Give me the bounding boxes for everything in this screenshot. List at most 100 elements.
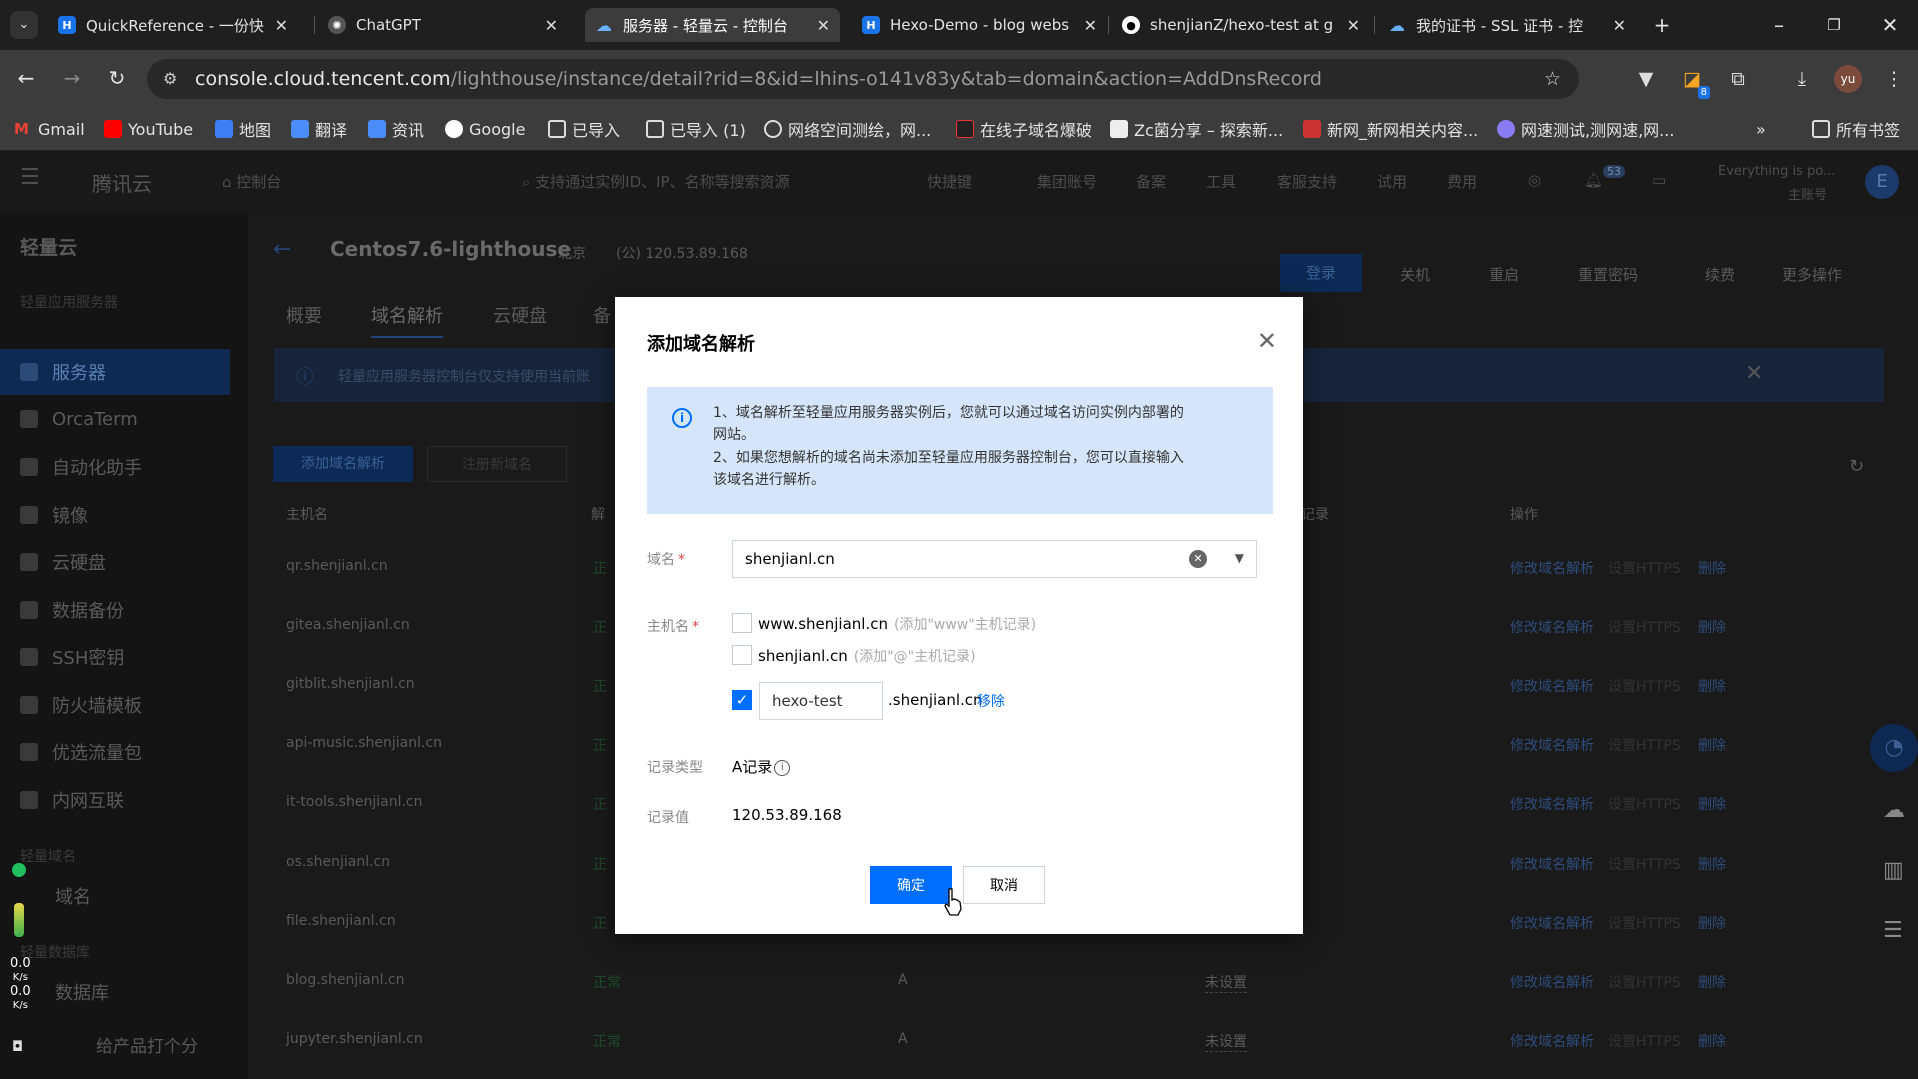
sidebar-item-traffic[interactable]: 优选流量包 — [20, 729, 230, 775]
row-https-link[interactable]: 设置HTTPS — [1608, 972, 1681, 992]
sidebar-item-disk[interactable]: 云硬盘 — [20, 539, 230, 585]
bookmark-map[interactable]: 地图 — [215, 117, 271, 141]
cart-icon[interactable]: ▭ — [1652, 171, 1666, 189]
forward-icon[interactable]: → — [58, 64, 86, 92]
row-https-link[interactable]: 设置HTTPS — [1608, 794, 1681, 814]
row-edit-link[interactable]: 修改域名解析 — [1510, 913, 1594, 933]
tab-domain[interactable]: 域名解析 — [371, 302, 443, 338]
camera-icon[interactable]: ◘ — [12, 1039, 23, 1055]
extension-vpn-icon[interactable]: ▼ — [1632, 65, 1660, 93]
sidebar-item-database[interactable]: 数据库 — [20, 969, 230, 1015]
sidebar-item-automation[interactable]: 自动化助手 — [20, 444, 230, 490]
custom-host-input[interactable]: hexo-test — [759, 682, 883, 720]
row-edit-link[interactable]: 修改域名解析 — [1510, 1031, 1594, 1051]
reset-password-button[interactable]: 重置密码 — [1578, 264, 1638, 285]
close-icon[interactable]: ✕ — [1347, 16, 1360, 35]
tab-quickreference[interactable]: H QuickReference - 一份快 ✕ — [48, 8, 298, 42]
row-https-link[interactable]: 设置HTTPS — [1608, 735, 1681, 755]
row-delete-link[interactable]: 删除 — [1698, 854, 1726, 874]
login-button[interactable]: 登录 — [1280, 254, 1362, 292]
nav-support[interactable]: 客服支持 — [1277, 171, 1337, 192]
tab-disk[interactable]: 云硬盘 — [493, 302, 547, 328]
bookmark-folder-imported-1[interactable]: 已导入 (1) — [646, 117, 746, 141]
row-https-link[interactable]: 设置HTTPS — [1608, 913, 1681, 933]
tab-search-icon[interactable]: ⌄ — [10, 11, 38, 39]
row-edit-link[interactable]: 修改域名解析 — [1510, 794, 1594, 814]
close-icon[interactable]: ✕ — [1084, 16, 1097, 35]
sidebar-item-intranet[interactable]: 内网互联 — [20, 777, 230, 823]
tab-overview[interactable]: 概要 — [286, 302, 322, 328]
row-delete-link[interactable]: 删除 — [1698, 617, 1726, 637]
row-edit-link[interactable]: 修改域名解析 — [1510, 854, 1594, 874]
download-icon[interactable]: ⤓ — [1788, 65, 1816, 93]
book-icon[interactable]: ▥ — [1883, 858, 1904, 883]
nav-shortcut[interactable]: 快捷键 — [927, 171, 972, 192]
row-https-link[interactable]: 设置HTTPS — [1608, 617, 1681, 637]
cloud-upload-icon[interactable]: ☁ — [1883, 798, 1905, 823]
account-name[interactable]: Everything is po... — [1718, 164, 1835, 179]
tab-chatgpt[interactable]: ✺ ChatGPT ✕ — [318, 8, 568, 42]
close-icon[interactable]: ✕ — [817, 16, 830, 35]
www-host-checkbox[interactable] — [732, 613, 752, 633]
row-delete-link[interactable]: 删除 — [1698, 913, 1726, 933]
tab-lighthouse-console[interactable]: ☁ 服务器 - 轻量云 - 控制台 ✕ — [585, 8, 840, 42]
add-domain-button[interactable]: 添加域名解析 — [273, 446, 413, 482]
profile-avatar[interactable]: yu — [1834, 65, 1862, 93]
root-host-checkbox[interactable] — [732, 645, 752, 665]
extensions-puzzle-icon[interactable]: ⧉ — [1724, 65, 1752, 93]
dialog-close-icon[interactable]: ✕ — [1257, 327, 1277, 355]
row-https-link[interactable]: 设置HTTPS — [1608, 676, 1681, 696]
confirm-button[interactable]: 确定 — [870, 866, 952, 904]
bookmark-cyberspace[interactable]: 网络空间测绘，网... — [764, 117, 931, 141]
bookmark-google[interactable]: Google — [445, 117, 525, 141]
sidebar-item-ssh-key[interactable]: SSH密钥 — [20, 634, 230, 680]
site-info-icon[interactable]: ⚙ — [163, 59, 177, 99]
list-icon[interactable]: ☰ — [1883, 918, 1903, 943]
tab-ssl-certificate[interactable]: ☁ 我的证书 - SSL 证书 - 控 ✕ — [1378, 8, 1636, 42]
sidebar-item-domain[interactable]: 域名 — [20, 873, 230, 919]
row-delete-link[interactable]: 删除 — [1698, 676, 1726, 696]
extension-rss-icon[interactable]: ◪ 8 — [1678, 65, 1710, 99]
nav-group-account[interactable]: 集团账号 — [1037, 171, 1097, 192]
support-chat-icon[interactable]: ◔ — [1870, 724, 1918, 772]
sidebar-item-backup[interactable]: 数据备份 — [20, 587, 230, 633]
sidebar-item-image[interactable]: 镜像 — [20, 492, 230, 538]
row-delete-link[interactable]: 删除 — [1698, 1031, 1726, 1051]
remove-host-link[interactable]: 移除 — [977, 691, 1005, 711]
bookmark-star-icon[interactable]: ☆ — [1544, 59, 1561, 99]
row-edit-link[interactable]: 修改域名解析 — [1510, 558, 1594, 578]
chevron-down-icon[interactable]: ▼ — [1235, 551, 1244, 565]
custom-host-checkbox[interactable]: ✓ — [732, 690, 752, 710]
reboot-button[interactable]: 重启 — [1489, 264, 1519, 285]
console-search[interactable]: ⌕ 支持通过实例ID、IP、名称等搜索资源 — [522, 171, 790, 192]
row-edit-link[interactable]: 修改域名解析 — [1510, 617, 1594, 637]
clear-icon[interactable]: ✕ — [1189, 550, 1207, 568]
row-edit-link[interactable]: 修改域名解析 — [1510, 972, 1594, 992]
console-logo[interactable]: 腾讯云 — [92, 168, 152, 197]
address-bar[interactable]: ⚙ console.cloud.tencent.com/lighthouse/in… — [147, 59, 1579, 99]
more-actions-button[interactable]: 更多操作 — [1782, 264, 1842, 285]
domain-select[interactable]: shenjianl.cn ✕ ▼ — [732, 540, 1257, 578]
back-arrow-icon[interactable]: ← — [273, 237, 291, 262]
shutdown-button[interactable]: 关机 — [1400, 264, 1430, 285]
tab-hexo-demo[interactable]: H Hexo-Demo - blog webs ✕ — [852, 8, 1107, 42]
bookmark-translate[interactable]: 翻译 — [291, 117, 347, 141]
sidebar-item-firewall[interactable]: 防火墙模板 — [20, 682, 230, 728]
bell-icon[interactable]: 🔔︎ 53 — [1584, 165, 1626, 189]
back-icon[interactable]: ← — [12, 64, 40, 92]
row-delete-link[interactable]: 删除 — [1698, 972, 1726, 992]
close-icon[interactable]: ✕ — [275, 16, 288, 35]
restore-icon[interactable]: ❐ — [1820, 11, 1848, 39]
bookmark-youtube[interactable]: YouTube — [104, 117, 193, 141]
bookmark-folder-imported[interactable]: 已导入 — [548, 117, 620, 141]
row-delete-link[interactable]: 删除 — [1698, 735, 1726, 755]
new-tab-icon[interactable]: + — [1648, 11, 1676, 39]
bookmark-gmail[interactable]: M Gmail — [14, 117, 85, 141]
minimize-icon[interactable]: – — [1765, 11, 1793, 39]
bookmark-xinnet[interactable]: 新网_新网相关内容... — [1303, 117, 1478, 141]
sidebar-item-orcaterm[interactable]: OrcaTerm — [20, 396, 230, 442]
bookmarks-overflow-icon[interactable]: » — [1756, 117, 1766, 141]
account-avatar[interactable]: E — [1865, 165, 1899, 199]
nav-billing[interactable]: 费用 — [1447, 171, 1477, 192]
row-https-link[interactable]: 设置HTTPS — [1608, 558, 1681, 578]
